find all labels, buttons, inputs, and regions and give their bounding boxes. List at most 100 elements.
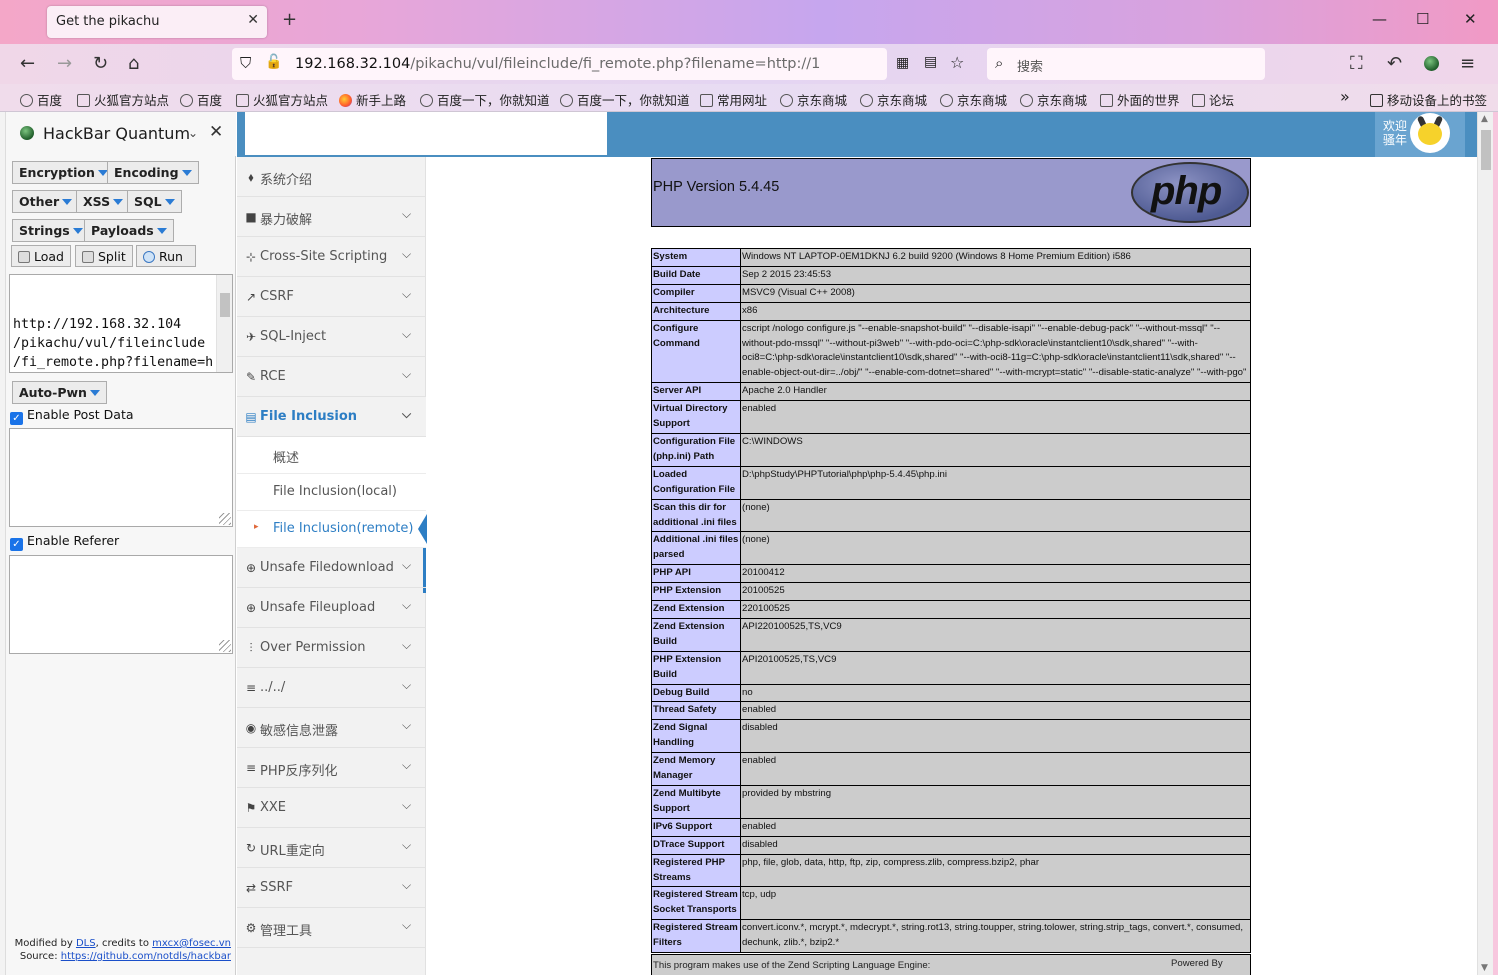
close-icon[interactable]: ✕ — [209, 122, 223, 142]
load-button[interactable]: Load — [11, 245, 71, 267]
hackbar-title[interactable]: HackBar Quantum — [43, 124, 190, 143]
sidebar-item[interactable]: ⊕ Unsafe Filedownload ⌵ — [237, 548, 426, 588]
undo-icon[interactable]: ↶ — [1387, 53, 1402, 74]
payloads-menu[interactable]: Payloads — [84, 219, 174, 242]
page-scrollbar[interactable]: ▲ ▼ — [1477, 112, 1493, 975]
sidebar-subitem[interactable]: File Inclusion(local) — [237, 474, 426, 511]
resize-grip-icon[interactable] — [219, 640, 231, 652]
bookmark-item[interactable]: 火狐官方站点 — [236, 90, 328, 109]
search-input[interactable]: 搜索 — [1017, 56, 1043, 75]
textarea-scrollbar[interactable] — [216, 275, 232, 372]
browser-tab[interactable]: Get the pikachu ✕ — [47, 6, 267, 38]
sidebar-item[interactable]: ⊕ Unsafe Fileupload ⌵ — [237, 588, 426, 628]
bookmark-item[interactable]: 百度 — [20, 90, 62, 109]
search-bar[interactable]: ⌕ 搜索 — [987, 48, 1265, 80]
sidebar-item[interactable]: ↻ URL重定向 ⌵ — [237, 828, 426, 868]
reload-icon[interactable]: ↻ — [93, 53, 108, 74]
sidebar-item[interactable]: ▤ File Inclusion ⌵ — [237, 397, 426, 437]
url-textarea[interactable]: http://192.168.32.104 /pikachu/vul/filei… — [9, 274, 233, 373]
bookmark-item[interactable]: 百度一下，你就知道 — [560, 90, 690, 109]
more-bookmarks-icon[interactable]: » — [1340, 87, 1350, 106]
hackbar-extension-icon[interactable] — [1424, 56, 1439, 71]
source-link[interactable]: https://github.com/notdls/hackbar — [61, 951, 231, 962]
download-icon: ⊕ — [245, 561, 257, 575]
insecure-lock-icon[interactable]: 🔓 — [265, 54, 282, 70]
sidebar-item[interactable]: ≡ PHP反序列化 ⌵ — [237, 748, 426, 788]
setting-value: 220100525 — [740, 600, 1251, 619]
sidebar-item[interactable]: ⫶ Over Permission ⌵ — [237, 628, 426, 668]
setting-name: Zend Extension — [651, 600, 741, 619]
hackbar-header: HackBar Quantum ⌄ ✕ — [6, 112, 236, 156]
email-link[interactable]: mxcx@fosec.vn — [152, 938, 231, 949]
other-menu[interactable]: Other — [12, 190, 80, 213]
sidebar-item[interactable]: ■ 暴力破解 ⌵ — [237, 197, 426, 237]
maximize-button[interactable]: ☐ — [1416, 10, 1429, 28]
sidebar-subitem[interactable]: 概述 — [237, 437, 426, 474]
scroll-down-icon[interactable]: ▼ — [1481, 963, 1488, 973]
strings-menu[interactable]: Strings — [12, 219, 90, 242]
enable-referer-checkbox[interactable]: ✓ Enable Referer — [10, 533, 119, 551]
new-tab-button[interactable]: + — [282, 9, 297, 30]
mobile-bookmarks[interactable]: 移动设备上的书签 — [1370, 90, 1487, 109]
tab-close-icon[interactable]: ✕ — [247, 12, 259, 28]
sidebar-item[interactable]: ✈ SQL-Inject ⌵ — [237, 317, 426, 357]
bookmark-item[interactable]: 外面的世界 — [1100, 90, 1180, 109]
url-text[interactable]: 192.168.32.104/pikachu/vul/fileinclude/f… — [295, 56, 820, 72]
encryption-menu[interactable]: Encryption — [12, 161, 115, 184]
bookmark-item[interactable]: 常用网址 — [700, 90, 767, 109]
php-version: PHP Version 5.4.45 — [653, 179, 780, 195]
referer-textarea[interactable] — [9, 555, 233, 654]
bookmark-item[interactable]: 论坛 — [1192, 90, 1234, 109]
bookmark-item[interactable]: 新手上路 — [339, 90, 406, 109]
sidebar-item[interactable]: ≡ ../../ ⌵ — [237, 668, 426, 708]
auto-pwn-menu[interactable]: Auto-Pwn — [12, 381, 107, 404]
sidebar-item[interactable]: ⇄ SSRF ⌵ — [237, 868, 426, 908]
welcome-box[interactable]: 欢迎 骚年 — [1375, 112, 1465, 157]
home-icon[interactable]: ⌂ — [128, 53, 139, 74]
sidebar-item[interactable]: ↗ CSRF ⌵ — [237, 277, 426, 317]
sql-menu[interactable]: SQL — [127, 190, 182, 213]
scrollbar-thumb[interactable] — [1481, 130, 1491, 170]
author-link[interactable]: DLS — [76, 938, 96, 949]
post-data-textarea[interactable] — [9, 428, 233, 527]
encoding-menu[interactable]: Encoding — [107, 161, 199, 184]
sidebar-item-label: File Inclusion — [260, 409, 358, 424]
sidebar-item[interactable]: ⚑ XXE ⌵ — [237, 788, 426, 828]
url-bar[interactable]: ⛉ 🔓 192.168.32.104/pikachu/vul/fileinclu… — [232, 48, 964, 80]
table-row: Configure Command cscript /nologo configu… — [651, 319, 1251, 384]
sidebar-subitem[interactable]: ▸ File Inclusion(remote) — [237, 511, 427, 548]
sidebar-item[interactable]: ◉ 敏感信息泄露 ⌵ — [237, 708, 426, 748]
bookmark-item[interactable]: 百度 — [180, 90, 222, 109]
split-button[interactable]: Split — [75, 245, 133, 267]
checkbox-checked-icon[interactable]: ✓ — [10, 538, 23, 551]
close-window-button[interactable]: ✕ — [1464, 10, 1477, 28]
bookmark-item[interactable]: 京东商城 — [780, 90, 847, 109]
bookmark-item[interactable]: 百度一下，你就知道 — [420, 90, 550, 109]
setting-name: Server API — [651, 382, 741, 402]
sidebar-item[interactable]: ⊹ Cross-Site Scripting ⌵ — [237, 237, 426, 277]
qr-code-icon[interactable]: ▦ — [896, 55, 909, 71]
back-icon[interactable]: ← — [20, 53, 35, 74]
sidebar-item[interactable]: ✎ RCE ⌵ — [237, 357, 426, 397]
url-textarea-value[interactable]: http://192.168.32.104 /pikachu/vul/filei… — [13, 315, 229, 372]
chevron-down-icon[interactable]: ⌄ — [188, 126, 198, 140]
bookmark-item[interactable]: 京东商城 — [1020, 90, 1087, 109]
run-button[interactable]: Run — [136, 245, 196, 267]
menu-icon[interactable]: ≡ — [1460, 53, 1475, 74]
enable-post-checkbox[interactable]: ✓ Enable Post Data — [10, 407, 134, 425]
checkbox-checked-icon[interactable]: ✓ — [10, 412, 23, 425]
bookmark-item[interactable]: 京东商城 — [940, 90, 1007, 109]
bookmark-item[interactable]: 京东商城 — [860, 90, 927, 109]
reader-view-icon[interactable]: ▤ — [924, 54, 937, 70]
xss-menu[interactable]: XSS — [76, 190, 131, 213]
scroll-up-icon[interactable]: ▲ — [1481, 114, 1488, 124]
resize-grip-icon[interactable] — [219, 513, 231, 525]
sidebar-item[interactable]: ⚙ 管理工具 ⌵ — [237, 908, 426, 948]
shield-icon[interactable]: ⛉ — [240, 54, 251, 72]
forward-icon[interactable]: → — [57, 53, 72, 74]
sidebar-item[interactable]: ⬧ 系统介绍 — [237, 157, 426, 197]
bookmark-star-icon[interactable]: ☆ — [950, 53, 964, 72]
screenshot-icon[interactable]: ⛶ — [1350, 53, 1363, 74]
minimize-button[interactable]: — — [1372, 10, 1387, 28]
bookmark-item[interactable]: 火狐官方站点 — [77, 90, 169, 109]
